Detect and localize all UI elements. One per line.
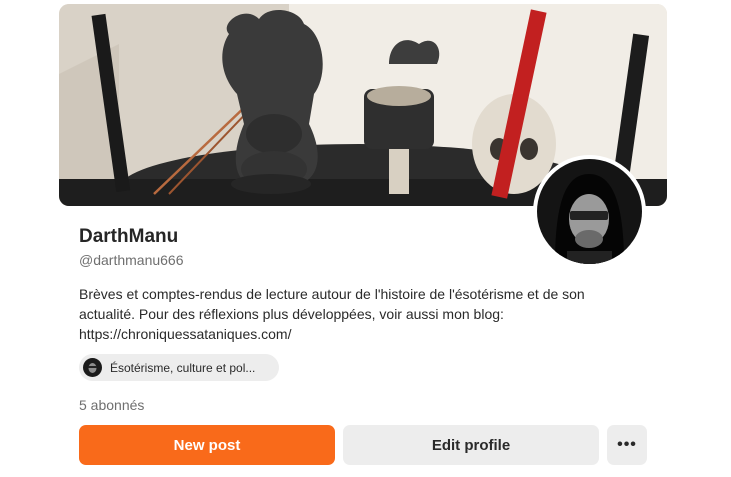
community-label: Ésotérisme, culture et pol... bbox=[110, 360, 256, 375]
profile-display-name: DarthManu bbox=[79, 226, 179, 247]
community-avatar bbox=[83, 358, 102, 377]
avatar-image bbox=[537, 159, 642, 264]
more-options-button[interactable]: ••• bbox=[607, 425, 647, 465]
more-dots-icon: ••• bbox=[617, 436, 637, 453]
community-chip[interactable]: Ésotérisme, culture et pol... bbox=[79, 354, 279, 381]
profile-bio: Brèves et comptes-rendus de lecture auto… bbox=[79, 286, 585, 342]
profile-handle: @darthmanu666 bbox=[79, 252, 184, 268]
profile-avatar[interactable] bbox=[533, 155, 646, 268]
followers-count[interactable]: 5 abonnés bbox=[79, 397, 144, 413]
new-post-button[interactable]: New post bbox=[79, 425, 335, 465]
edit-profile-button[interactable]: Edit profile bbox=[343, 425, 599, 465]
